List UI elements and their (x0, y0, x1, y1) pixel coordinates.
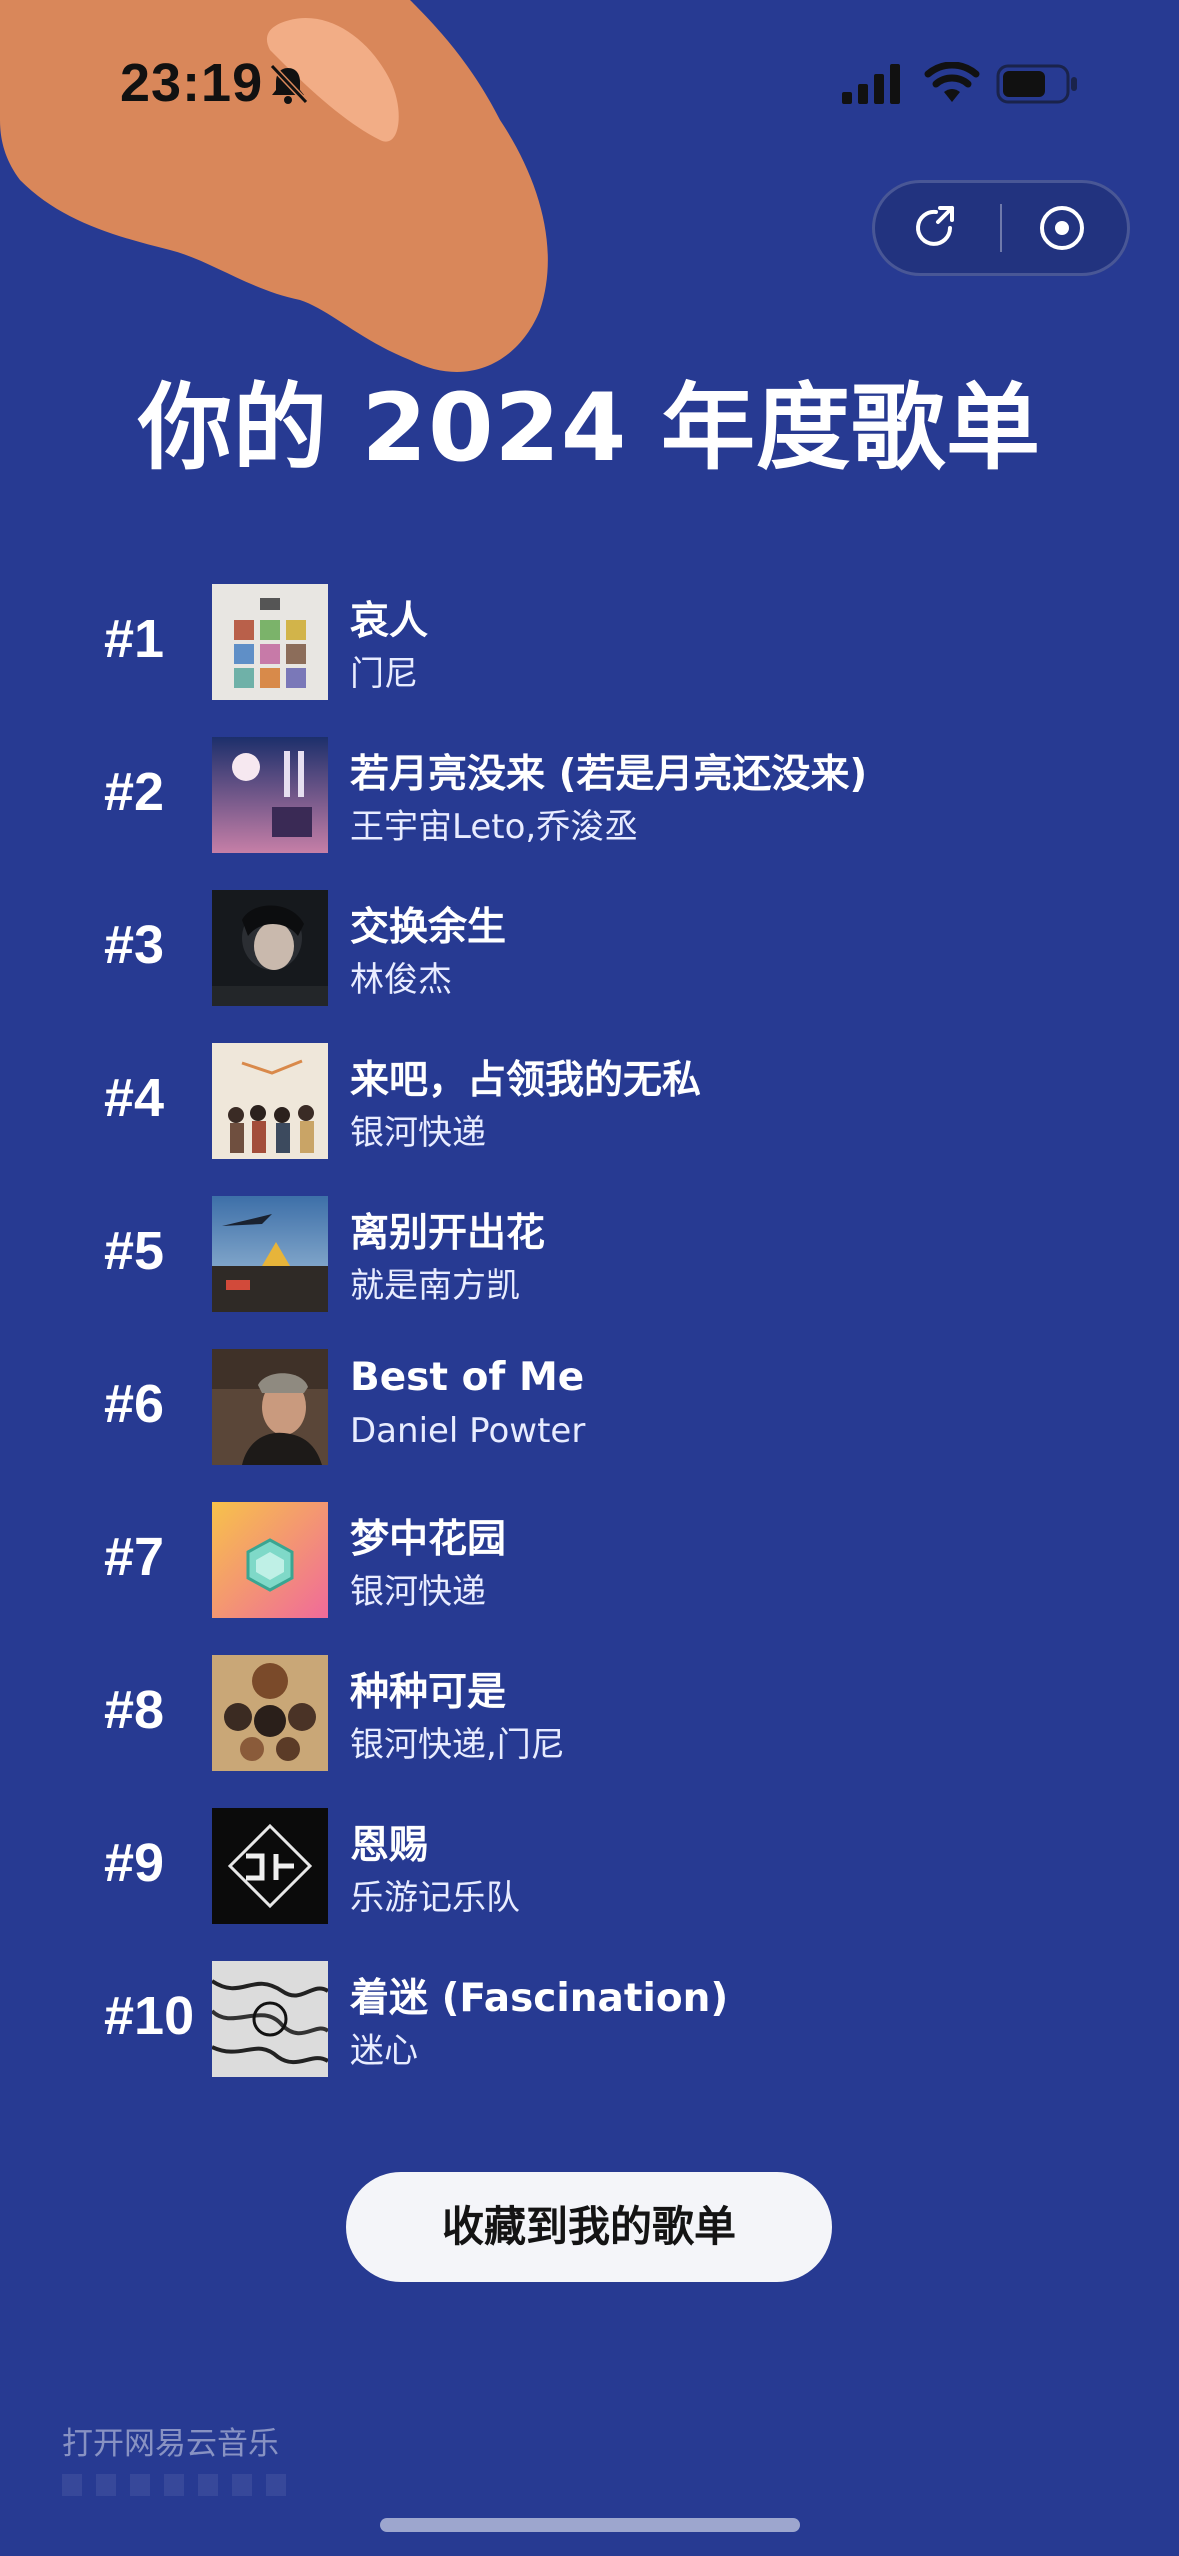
list-item[interactable]: #8 种种可是 银河快递,门尼 (0, 1655, 1179, 1773)
song-artist: 迷心 (350, 2031, 418, 2071)
capsule-menu (872, 180, 1130, 276)
album-cover (212, 1043, 328, 1159)
list-item[interactable]: #6 Best of Me Daniel Powter (0, 1349, 1179, 1467)
rank-label: #9 (104, 1833, 165, 1893)
song-title: 交换余生 (350, 905, 507, 950)
rank-label: #5 (104, 1221, 165, 1281)
album-cover (212, 1808, 328, 1924)
rank-label: #10 (104, 1986, 195, 2046)
album-cover (212, 1196, 328, 1312)
song-artist: 林俊杰 (350, 960, 452, 1000)
cellular-signal-icon (842, 64, 900, 104)
capsule-divider (1000, 204, 1002, 252)
share-icon[interactable] (906, 198, 966, 258)
list-item[interactable]: #9 恩赐 乐游记乐队 (0, 1808, 1179, 1926)
list-item[interactable]: #7 梦中花园 银河快递 (0, 1502, 1179, 1620)
status-bar: 23:19 (0, 0, 1179, 170)
album-cover (212, 584, 328, 700)
song-title: 种种可是 (350, 1670, 507, 1715)
list-item[interactable]: #10 着迷 (Fascination) 迷心 (0, 1961, 1179, 2079)
rank-label: #2 (104, 762, 165, 822)
song-artist: 银河快递 (350, 1572, 486, 1612)
page-title: 你的 2024 年度歌单 (137, 374, 1042, 483)
song-artist: Daniel Powter (350, 1411, 586, 1451)
album-cover (212, 737, 328, 853)
album-cover (212, 890, 328, 1006)
song-title: 若月亮没来 (若是月亮还没来) (350, 752, 868, 797)
faded-footer-text (62, 2474, 292, 2496)
battery-icon (996, 64, 1077, 104)
status-time: 23:19 (120, 53, 264, 113)
song-title: 恩赐 (350, 1823, 429, 1868)
list-item[interactable]: #3 交换余生 林俊杰 (0, 890, 1179, 1008)
silent-bell-icon (269, 63, 309, 105)
song-artist: 乐游记乐队 (350, 1878, 520, 1918)
song-title: 着迷 (Fascination) (350, 1976, 729, 2021)
song-artist: 就是南方凯 (350, 1266, 520, 1306)
list-item[interactable]: #5 离别开出花 就是南方凯 (0, 1196, 1179, 1314)
rank-label: #4 (104, 1068, 165, 1128)
album-cover (212, 1502, 328, 1618)
album-cover (212, 1655, 328, 1771)
list-item[interactable]: #1 哀人 门尼 (0, 584, 1179, 702)
song-title: 离别开出花 (350, 1211, 546, 1256)
home-indicator (380, 2518, 800, 2532)
close-miniprogram-icon[interactable] (1032, 198, 1092, 258)
song-artist: 门尼 (350, 654, 418, 694)
rank-label: #6 (104, 1374, 165, 1434)
rank-label: #8 (104, 1680, 165, 1740)
song-title: 来吧，占领我的无私 (350, 1058, 702, 1103)
song-title: 哀人 (350, 599, 429, 644)
song-artist: 王宇宙Leto,乔浚丞 (350, 807, 639, 847)
rank-label: #3 (104, 915, 165, 975)
save-to-playlist-button[interactable]: 收藏到我的歌单 (346, 2172, 832, 2282)
rank-label: #7 (104, 1527, 165, 1587)
album-cover (212, 1961, 328, 2077)
open-app-link[interactable]: 打开网易云音乐 (62, 2418, 279, 2463)
rank-label: #1 (104, 609, 165, 669)
song-artist: 银河快递,门尼 (350, 1725, 565, 1765)
song-artist: 银河快递 (350, 1113, 486, 1153)
album-cover (212, 1349, 328, 1465)
wifi-icon (924, 62, 980, 102)
list-item[interactable]: #4 来吧，占领我的无私 银河快递 (0, 1043, 1179, 1161)
song-title: Best of Me (350, 1355, 585, 1400)
song-title: 梦中花园 (350, 1517, 507, 1562)
list-item[interactable]: #2 若月亮没来 (若是月亮还没来) 王宇宙Leto,乔浚丞 (0, 737, 1179, 855)
